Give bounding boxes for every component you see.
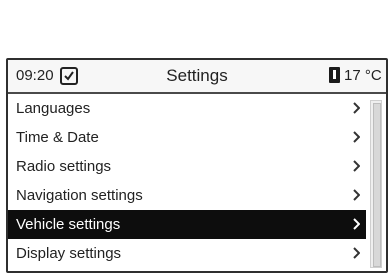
menu-item-vehicle-settings[interactable]: Vehicle settings [8,210,366,239]
chevron-right-icon [353,247,360,259]
menu-item-label: Navigation settings [16,187,143,204]
menu-item-label: Radio settings [16,158,112,175]
menu-item-label: Display settings [16,245,122,262]
menu-item-time-date[interactable]: Time & Date [8,123,366,152]
chevron-right-icon [353,218,360,230]
settings-menu: Languages Time & Date Radio settings Nav… [8,94,366,268]
thermometer-icon [329,67,340,83]
menu-item-navigation-settings[interactable]: Navigation settings [8,181,366,210]
menu-item-label: Languages [16,100,91,117]
outside-temperature: 17 °C [344,67,382,84]
chevron-right-icon [353,189,360,201]
scrollbar-thumb[interactable] [373,103,381,267]
status-bar: 09:20 Settings 17 °C [8,60,386,94]
infotainment-screen: 09:20 Settings 17 °C Languages Time & Da… [6,58,388,273]
menu-item-label: Time & Date [16,129,99,146]
chevron-right-icon [353,102,360,114]
menu-item-display-settings[interactable]: Display settings [8,239,366,268]
chevron-right-icon [353,131,360,143]
scrollbar[interactable] [370,100,382,268]
menu-item-languages[interactable]: Languages [8,94,366,123]
chevron-right-icon [353,160,360,172]
menu-item-label: Vehicle settings [16,216,121,233]
menu-item-radio-settings[interactable]: Radio settings [8,152,366,181]
